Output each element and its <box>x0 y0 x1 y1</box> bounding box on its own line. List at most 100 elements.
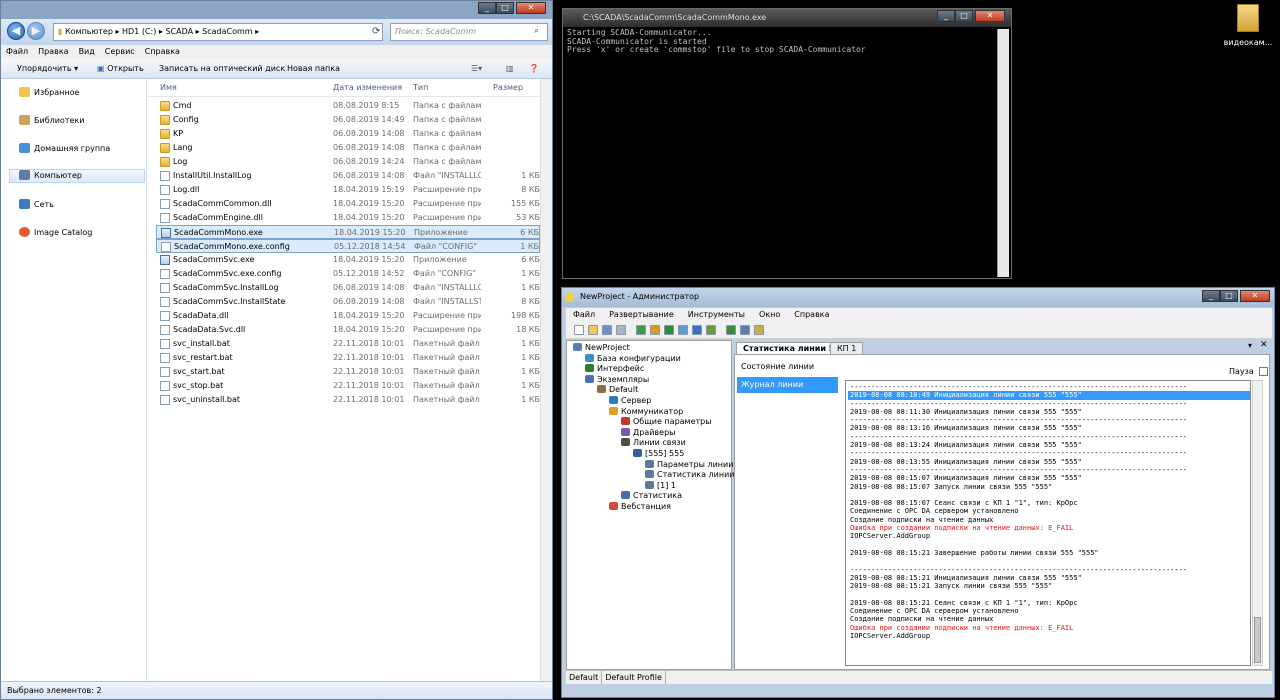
file-row[interactable]: svc_install.bat 22.11.2018 10:01 Пакетный … <box>156 337 540 351</box>
dropdown-arrow-icon[interactable]: ▾ <box>1248 341 1252 350</box>
file-row[interactable]: ScadaCommSvc.exe 18.04.2019 15:20 Приложен… <box>156 253 540 267</box>
menu-line-log[interactable]: Журнал линии <box>737 377 838 393</box>
burn-button[interactable]: Записать на оптический диск <box>159 59 285 79</box>
menu-window[interactable]: Окно <box>752 308 787 322</box>
refresh-icon[interactable] <box>706 325 716 335</box>
file-row[interactable]: svc_restart.bat 22.11.2018 10:01 Пакетный … <box>156 351 540 365</box>
minimize-button[interactable]: _ <box>1202 290 1220 302</box>
close-button[interactable]: ✕ <box>975 10 1005 22</box>
file-row[interactable]: ScadaData.dll 18.04.2019 15:20 Расширение … <box>156 309 540 323</box>
tree-node[interactable]: [1] 1 <box>645 480 676 491</box>
file-row[interactable]: ScadaCommSvc.exe.config 05.12.2018 14:52 Ф… <box>156 267 540 281</box>
upload-icon[interactable] <box>664 325 674 335</box>
menu-line-state[interactable]: Состояние линии <box>737 359 838 375</box>
search-input[interactable]: Поиск: ScadaComm <box>390 23 548 41</box>
file-row[interactable]: Log 06.08.2019 14:24 Папка с файлами <box>156 155 540 169</box>
export-icon[interactable] <box>650 325 660 335</box>
sidebar-item-homegroup[interactable]: Домашняя группа <box>19 143 110 155</box>
file-row[interactable]: svc_uninstall.bat 22.11.2018 10:01 Пакетны… <box>156 393 540 407</box>
tree-node[interactable]: База конфигурации <box>585 353 681 364</box>
menu-deploy[interactable]: Развертывание <box>602 308 681 322</box>
file-row[interactable]: Cmd 08.08.2019 8:15 Папка с файлами <box>156 99 540 113</box>
menu-tools[interactable]: Сервис <box>100 45 140 59</box>
forward-arrow-icon[interactable]: ▶ <box>27 22 45 40</box>
tree-node[interactable]: Статистика линии <box>645 470 734 480</box>
file-row[interactable]: Log.dll 18.04.2019 15:19 Расширение при...… <box>156 183 540 197</box>
tree-node[interactable]: Параметры линии <box>645 459 733 470</box>
menu-help[interactable]: Справка <box>140 45 185 59</box>
column-name[interactable]: Имя <box>160 83 177 92</box>
tree-node[interactable]: Общие параметры <box>621 417 712 427</box>
maximize-button[interactable]: □ <box>1220 290 1238 302</box>
scroll-thumb[interactable] <box>1254 617 1261 663</box>
help-icon[interactable] <box>692 325 702 335</box>
minimize-button[interactable]: _ <box>478 2 496 14</box>
menu-file[interactable]: Файл <box>566 308 602 322</box>
menu-help[interactable]: Справка <box>787 308 836 322</box>
preview-pane-icon[interactable]: ▥ <box>506 59 514 79</box>
tree-node[interactable]: Драйверы <box>621 427 675 438</box>
file-row[interactable]: ScadaCommCommon.dll 18.04.2019 15:20 Расши… <box>156 197 540 211</box>
help-icon[interactable]: ❓ <box>529 59 539 79</box>
menu-view[interactable]: Вид <box>74 45 100 59</box>
tree-node[interactable]: Статистика <box>621 491 682 501</box>
menu-file[interactable]: Файл <box>1 45 33 59</box>
file-row[interactable]: ScadaCommMono.exe 18.04.2019 15:20 Приложе… <box>156 225 540 239</box>
menu-tools[interactable]: Инструменты <box>681 308 752 322</box>
sidebar-item-network[interactable]: Сеть <box>19 199 54 211</box>
maximize-button[interactable]: □ <box>496 2 514 14</box>
refresh-icon[interactable]: ⟳ <box>372 23 384 41</box>
tool-icon[interactable] <box>726 325 736 335</box>
tree-node[interactable]: Default <box>597 385 638 395</box>
tree-node[interactable]: Коммуникатор <box>609 406 683 417</box>
back-arrow-icon[interactable]: ◀ <box>7 22 25 40</box>
transfer-icon[interactable] <box>740 325 750 335</box>
file-row[interactable]: ScadaData.Svc.dll 18.04.2019 15:20 Расшире… <box>156 323 540 337</box>
sidebar-item-image-catalog[interactable]: Image Catalog <box>19 227 92 239</box>
menu-edit[interactable]: Правка <box>33 45 73 59</box>
file-row[interactable]: svc_stop.bat 22.11.2018 10:01 Пакетный фай… <box>156 379 540 393</box>
file-row[interactable]: ScadaCommMono.exe.config 05.12.2018 14:54… <box>156 239 540 253</box>
view-options-icon[interactable]: ☰▾ <box>471 59 482 79</box>
file-row[interactable]: ScadaCommSvc.InstallLog 06.08.2019 14:08 Ф… <box>156 281 540 295</box>
maximize-button[interactable]: □ <box>955 10 973 22</box>
close-button[interactable]: ✕ <box>516 2 546 14</box>
pause-checkbox[interactable] <box>1258 367 1268 376</box>
sidebar-item-favorites[interactable]: Избранное <box>19 87 79 99</box>
open-icon[interactable] <box>588 325 598 335</box>
sidebar-item-computer[interactable]: Компьютер <box>9 169 145 183</box>
save-all-icon[interactable] <box>616 325 626 335</box>
key-icon[interactable] <box>754 325 764 335</box>
column-size[interactable]: Размер <box>493 83 523 92</box>
file-row[interactable]: KP 06.08.2019 14:08 Папка с файлами <box>156 127 540 141</box>
console-titlebar[interactable]: C:\SCADA\ScadaComm\ScadaCommMono.exe _ □… <box>563 9 1011 27</box>
open-button[interactable]: ▣ Открыть <box>97 59 144 79</box>
tree-node[interactable]: NewProject <box>573 343 630 353</box>
download-icon[interactable] <box>678 325 688 335</box>
tree-node[interactable]: [555] 555 <box>633 449 684 459</box>
tree-node[interactable]: Линии связи <box>621 438 686 448</box>
organize-button[interactable]: Упорядочить ▾ <box>17 59 78 79</box>
tree-node[interactable]: Сервер <box>609 396 651 406</box>
pause-toggle[interactable]: Пауза <box>1229 367 1268 376</box>
tree-node[interactable]: Экземпляры <box>585 374 649 385</box>
file-row[interactable]: ScadaCommSvc.InstallState 06.08.2019 14:0… <box>156 295 540 309</box>
file-row[interactable]: InstallUtil.InstallLog 06.08.2019 14:08 Фа… <box>156 169 540 183</box>
tree-node[interactable]: Интерфейс <box>585 364 644 374</box>
close-tab-icon[interactable]: ✕ <box>1260 340 1268 350</box>
line-log[interactable]: ----------------------------------------… <box>845 380 1251 666</box>
tab-kp1[interactable]: КП 1 <box>830 342 864 354</box>
tree-node[interactable]: Вебстанция <box>609 502 671 512</box>
column-type[interactable]: Тип <box>413 83 428 92</box>
minimize-button[interactable]: _ <box>937 10 955 22</box>
address-bar[interactable]: ▮ Компьютер ▸ HD1 (C:) ▸ SCADA ▸ ScadaCo… <box>53 23 383 41</box>
file-row[interactable]: Lang 06.08.2019 14:08 Папка с файлами <box>156 141 540 155</box>
explorer-scrollbar[interactable] <box>540 79 552 681</box>
import-icon[interactable] <box>636 325 646 335</box>
file-row[interactable]: ScadaCommEngine.dll 18.04.2019 15:20 Расши… <box>156 211 540 225</box>
console-output[interactable]: Starting SCADA-Communicator... SCADA-Com… <box>567 28 995 277</box>
admin-titlebar[interactable]: NewProject - Администратор _ □ ✕ <box>562 288 1274 307</box>
explorer-titlebar[interactable]: _ □ ✕ <box>1 1 552 19</box>
new-icon[interactable] <box>574 325 584 335</box>
file-row[interactable]: Config 06.08.2019 14:49 Папка с файлами <box>156 113 540 127</box>
